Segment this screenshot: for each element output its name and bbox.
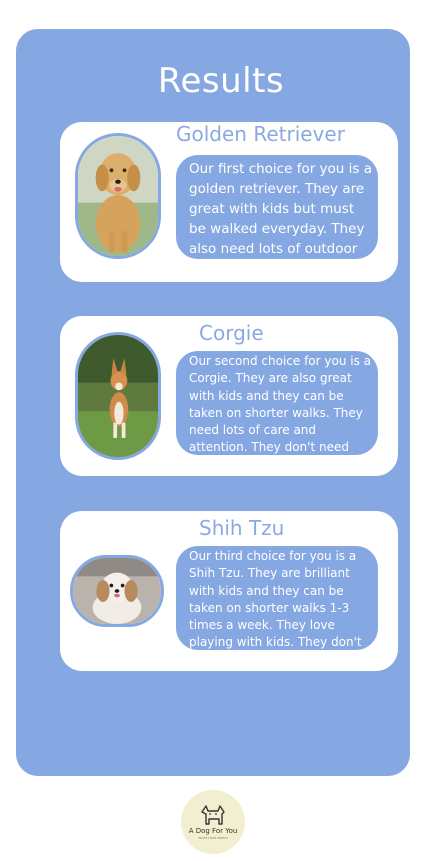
result-card-golden-retriever[interactable]: Golden Retriever Our first choice for yo… bbox=[60, 122, 398, 282]
results-panel: Results Golden Retriever Our first choic… bbox=[16, 29, 410, 776]
logo-brand-text: A Dog For You bbox=[188, 827, 238, 835]
dog-name: Golden Retriever bbox=[176, 122, 345, 146]
logo-tagline: WHAT YOUR MATCH bbox=[198, 836, 228, 840]
app-logo[interactable]: A Dog For You WHAT YOUR MATCH bbox=[181, 790, 245, 854]
page-title: Results bbox=[157, 61, 285, 101]
result-card-shih-tzu[interactable]: Shih Tzu Our third choice for you is a S… bbox=[60, 511, 398, 671]
dog-description: Our second choice for you is a Corgie. T… bbox=[176, 351, 378, 455]
dog-description: Our first choice for you is a golden ret… bbox=[176, 155, 378, 259]
dog-name: Corgie bbox=[199, 321, 264, 345]
golden-retriever-photo bbox=[75, 133, 161, 259]
result-card-corgie[interactable]: Corgie Our second choice for you is a Co… bbox=[60, 316, 398, 476]
dog-name: Shih Tzu bbox=[199, 516, 285, 540]
dog-description: Our third choice for you is a Shih Tzu. … bbox=[176, 546, 378, 650]
corgi-photo bbox=[75, 332, 161, 460]
shih-tzu-photo bbox=[70, 555, 164, 627]
dog-icon bbox=[201, 805, 225, 825]
